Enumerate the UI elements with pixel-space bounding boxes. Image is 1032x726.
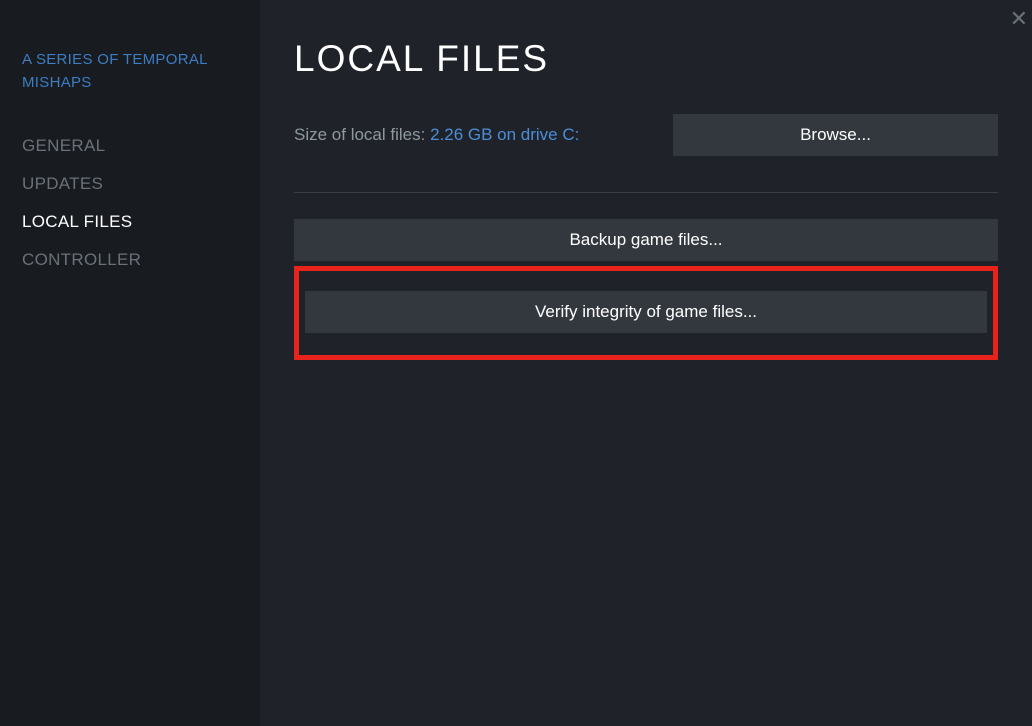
size-row: Size of local files: 2.26 GB on drive C:…	[294, 114, 998, 156]
sidebar-item-general[interactable]: GENERAL	[22, 127, 238, 165]
divider	[294, 192, 998, 193]
sidebar-item-controller[interactable]: CONTROLLER	[22, 241, 238, 279]
close-icon[interactable]: ✕	[1010, 8, 1028, 30]
browse-button[interactable]: Browse...	[673, 114, 998, 156]
game-title: A SERIES OF TEMPORAL MISHAPS	[22, 48, 238, 95]
size-value-link[interactable]: 2.26 GB on drive C:	[430, 125, 579, 144]
main-panel: ✕ LOCAL FILES Size of local files: 2.26 …	[260, 0, 1032, 726]
size-label: Size of local files:	[294, 125, 430, 144]
sidebar: A SERIES OF TEMPORAL MISHAPS GENERAL UPD…	[0, 0, 260, 726]
sidebar-item-local-files[interactable]: LOCAL FILES	[22, 203, 238, 241]
backup-button[interactable]: Backup game files...	[294, 219, 998, 261]
size-text-container: Size of local files: 2.26 GB on drive C:	[294, 125, 579, 145]
page-title: LOCAL FILES	[294, 38, 998, 80]
highlight-annotation: Verify integrity of game files...	[294, 266, 998, 360]
sidebar-item-updates[interactable]: UPDATES	[22, 165, 238, 203]
verify-button[interactable]: Verify integrity of game files...	[305, 291, 987, 333]
